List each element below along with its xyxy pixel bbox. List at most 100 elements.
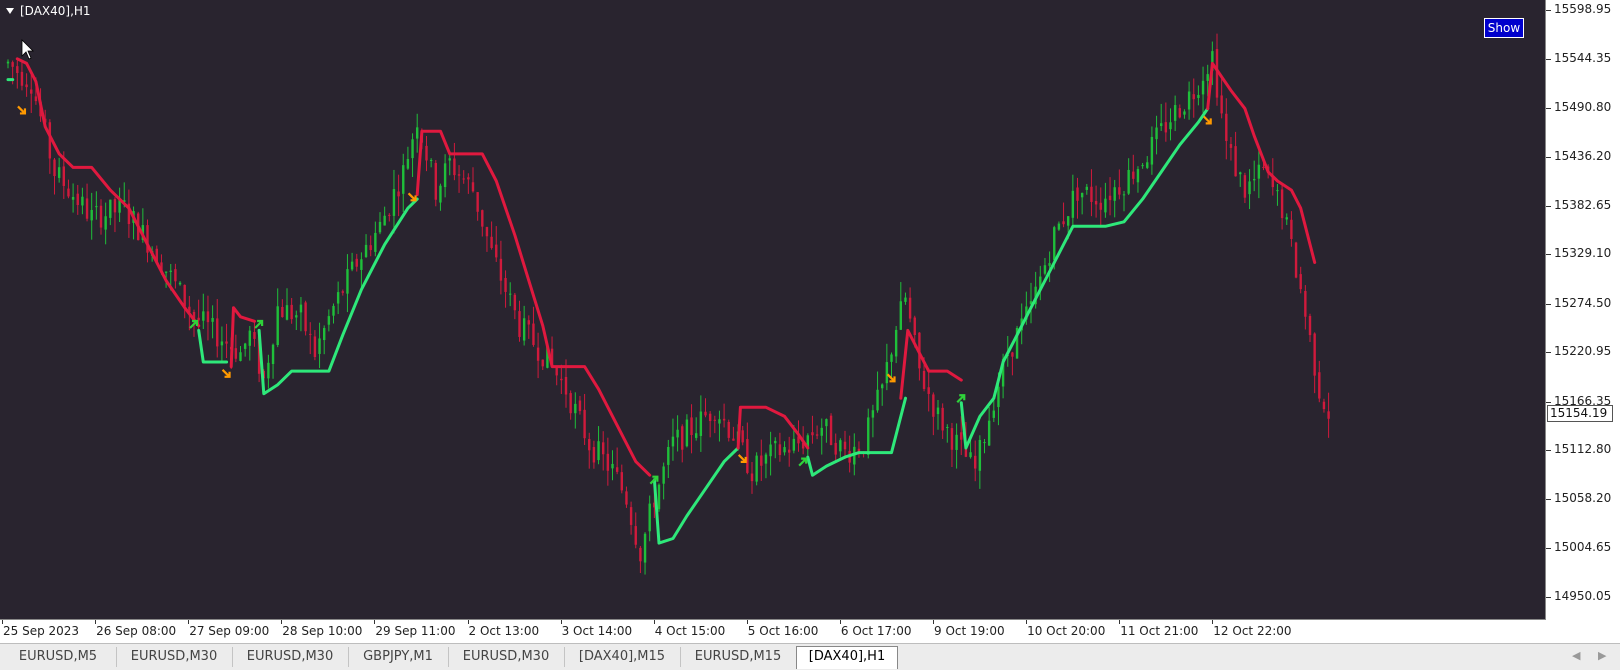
bear-candle <box>602 431 605 471</box>
time-label: 28 Sep 10:00 <box>282 624 363 638</box>
chart-title-label: [DAX40],H1 <box>20 4 91 18</box>
bear-candle <box>750 461 754 494</box>
time-label: 29 Sep 11:00 <box>375 624 456 638</box>
bear-candle <box>53 157 56 195</box>
bear-candle <box>815 425 819 440</box>
chart-title[interactable]: [DAX40],H1 <box>6 4 91 18</box>
bull-candle <box>402 153 405 212</box>
current-price-label: 15154.19 <box>1547 404 1613 422</box>
tab-active[interactable]: [DAX40],H1 <box>796 646 898 669</box>
bull-candle <box>936 399 940 430</box>
bear-candle <box>1290 211 1293 247</box>
bull-candle <box>439 183 442 211</box>
time-axis[interactable]: 25 Sep 2023 26 Sep 08:00 27 Sep 09:00 28 Se… <box>0 620 1546 643</box>
bull-candle <box>871 404 875 438</box>
bear-candle <box>16 60 19 89</box>
tab[interactable]: EURUSD,M5 <box>0 647 117 667</box>
time-label: 9 Oct 19:00 <box>934 624 1005 638</box>
bear-candle <box>513 292 517 320</box>
sell-arrow-icon <box>737 454 747 463</box>
bull-candle <box>71 183 75 213</box>
trend-down-line <box>1206 61 1317 264</box>
price-label: 15058.20 <box>1554 491 1612 506</box>
bear-candle <box>313 330 317 361</box>
bull-candle <box>1150 126 1154 175</box>
bull-candle <box>295 310 298 330</box>
bear-candle <box>811 415 814 444</box>
bull-candle <box>239 345 242 362</box>
bull-candle <box>1136 166 1140 193</box>
price-label: 15382.65 <box>1554 197 1612 212</box>
tab[interactable]: EURUSD,M30 <box>448 647 565 667</box>
bear-candle <box>355 253 358 272</box>
bull-candle <box>104 202 107 245</box>
bear-candle <box>1090 169 1093 217</box>
bull-candle <box>1113 179 1116 218</box>
bear-candle <box>741 425 744 446</box>
tab[interactable]: EURUSD,M15 <box>680 647 797 667</box>
bull-candle <box>406 146 410 170</box>
price-label: 15274.50 <box>1554 295 1612 310</box>
trend-down-line <box>899 328 963 400</box>
bear-candle <box>527 315 530 339</box>
bull-candle <box>1197 85 1200 106</box>
price-label: 15329.10 <box>1554 246 1612 261</box>
bear-candle <box>620 464 623 494</box>
bear-candle <box>20 61 24 91</box>
tab[interactable]: [DAX40],M15 <box>564 647 681 667</box>
bull-candle <box>392 169 396 234</box>
bull-candle <box>360 252 363 290</box>
bull-candle <box>346 254 349 313</box>
bear-candle <box>732 426 735 441</box>
tab[interactable]: EURUSD,M30 <box>232 647 349 667</box>
time-label: 2 Oct 13:00 <box>468 624 540 638</box>
price-axis[interactable]: 15598.95 15544.35 15490.80 15436.20 15382.65… <box>1546 0 1620 620</box>
bear-candle <box>174 263 177 289</box>
chart-plot-area[interactable]: [DAX40],H1 Show <box>0 0 1546 620</box>
bull-candle <box>1248 169 1251 210</box>
price-chart-svg <box>6 33 1330 575</box>
bear-candle <box>183 284 186 319</box>
bull-candle <box>1257 150 1261 199</box>
bear-candle <box>569 390 572 420</box>
bear-candle <box>834 433 837 461</box>
bear-candle <box>290 298 293 324</box>
bear-candle <box>76 184 79 215</box>
bear-candle <box>708 411 712 438</box>
bull-candle <box>1039 265 1042 301</box>
bear-candle <box>1318 360 1321 403</box>
bull-candle <box>383 206 386 226</box>
tab[interactable]: EURUSD,M30 <box>116 647 233 667</box>
price-tick <box>1546 157 1551 159</box>
show-button[interactable]: Show <box>1484 18 1524 38</box>
bull-candle <box>597 426 600 465</box>
price-tick <box>1546 499 1551 501</box>
tab-scroll-right-icon[interactable]: ▶ <box>1598 649 1606 662</box>
price-label: 15436.20 <box>1554 149 1612 164</box>
tab-scroll-left-icon[interactable]: ◀ <box>1572 649 1580 662</box>
bear-candle <box>932 392 935 436</box>
bull-candle <box>876 371 879 413</box>
price-label: 15112.80 <box>1554 442 1612 457</box>
bear-candle <box>908 287 912 323</box>
bear-candle <box>453 142 456 181</box>
bear-candle <box>225 323 228 359</box>
trend-down-line-group <box>15 57 1317 477</box>
sell-arrow-icon <box>407 192 417 202</box>
bear-candle <box>541 359 544 370</box>
bull-candle <box>350 252 354 272</box>
bear-candle <box>434 160 437 207</box>
price-tick <box>1546 59 1551 61</box>
bear-candle <box>727 419 730 442</box>
dropdown-triangle-icon[interactable] <box>6 8 14 14</box>
bear-candle <box>397 174 400 217</box>
tab[interactable]: GBPJPY,M1 <box>348 647 449 667</box>
price-tick <box>1546 303 1551 305</box>
bull-candle <box>109 199 112 226</box>
bear-candle <box>536 332 540 379</box>
bull-candle <box>411 133 414 177</box>
bull-candle <box>429 158 433 168</box>
price-tick <box>1546 205 1551 207</box>
bear-candle <box>197 299 200 334</box>
price-tick <box>1546 547 1551 549</box>
